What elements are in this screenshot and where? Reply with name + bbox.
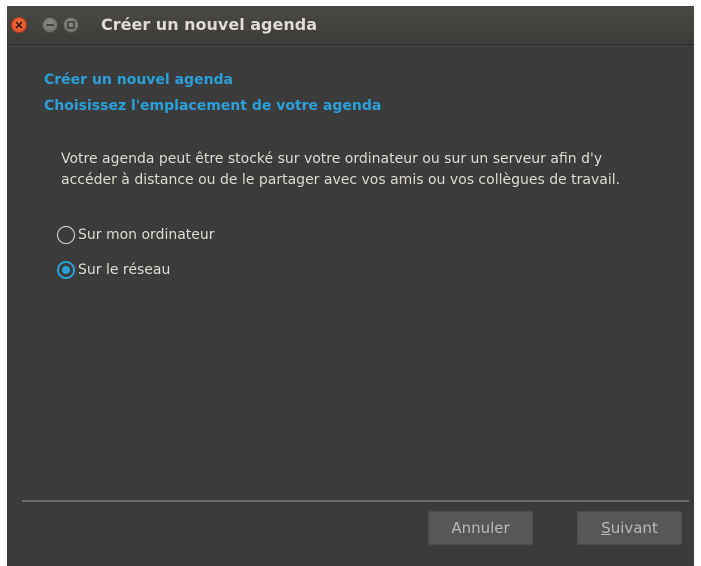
- window-title: Créer un nouvel agenda: [101, 15, 317, 34]
- close-icon: [15, 21, 23, 29]
- dialog-window: Créer un nouvel agenda Créer un nouvel a…: [7, 6, 694, 566]
- title-bar[interactable]: Créer un nouvel agenda: [7, 6, 694, 45]
- button-separator: [22, 500, 689, 502]
- next-button-mnemonic: S: [601, 519, 611, 537]
- next-button[interactable]: Suivant: [577, 511, 682, 545]
- option-network[interactable]: Sur le réseau: [57, 259, 170, 281]
- radio-checked-icon[interactable]: [57, 261, 75, 279]
- option-local-computer[interactable]: Sur mon ordinateur: [57, 224, 215, 246]
- cancel-button[interactable]: Annuler: [428, 511, 533, 545]
- radio-unchecked-icon[interactable]: [57, 226, 75, 244]
- close-window-button[interactable]: [11, 17, 27, 33]
- next-button-label: uivant: [610, 519, 658, 537]
- wizard-subheading: Choisissez l'emplacement de votre agenda: [44, 98, 382, 114]
- minimize-icon: [46, 24, 54, 26]
- option-local-computer-label[interactable]: Sur mon ordinateur: [78, 227, 215, 243]
- maximize-window-button[interactable]: [63, 17, 79, 33]
- location-description: Votre agenda peut être stocké sur votre …: [61, 151, 621, 188]
- option-network-label[interactable]: Sur le réseau: [78, 262, 170, 278]
- wizard-heading: Créer un nouvel agenda: [44, 72, 233, 88]
- maximize-icon: [67, 21, 75, 29]
- minimize-window-button[interactable]: [42, 17, 58, 33]
